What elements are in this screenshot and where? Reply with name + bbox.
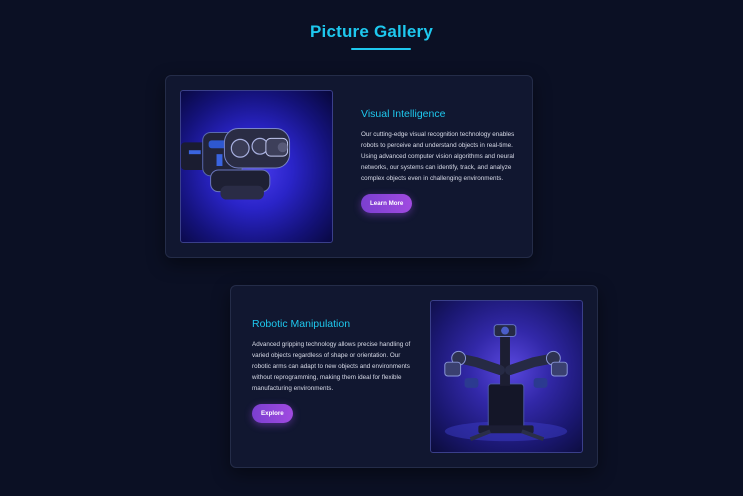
gallery-page: Picture Gallery Visual Intelligence Our … <box>0 0 743 496</box>
dual-arm-robot-image <box>430 300 583 453</box>
card-description: Advanced gripping technology allows prec… <box>252 341 411 392</box>
title-underline <box>351 48 411 50</box>
gallery-card-visual-intelligence: Visual Intelligence Our cutting-edge vis… <box>165 75 533 258</box>
card-text-block: Visual Intelligence Our cutting-edge vis… <box>361 108 521 213</box>
robot-gripper-image <box>180 90 333 243</box>
learn-more-button[interactable]: Learn More <box>361 194 413 213</box>
explore-button[interactable]: Explore <box>252 404 293 423</box>
card-heading: Visual Intelligence <box>361 108 446 120</box>
card-description: Our cutting-edge visual recognition tech… <box>361 131 515 182</box>
card-text-block: Robotic Manipulation Advanced gripping t… <box>252 318 412 423</box>
gallery-card-robotic-manipulation: Robotic Manipulation Advanced gripping t… <box>230 285 598 468</box>
card-heading: Robotic Manipulation <box>252 318 351 330</box>
page-title: Picture Gallery <box>309 22 433 41</box>
